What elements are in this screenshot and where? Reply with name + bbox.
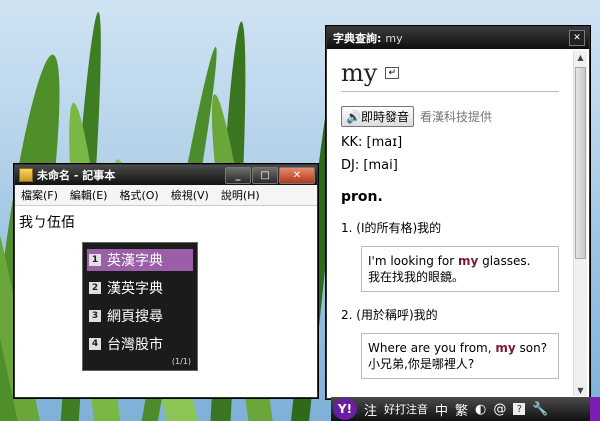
scrollbar[interactable]: ▲ ▼ [573,51,587,396]
candidate-item-4[interactable]: 4 台灣股市 [87,333,193,355]
candidate-item-1[interactable]: 1 英漢字典 [87,249,193,271]
ime-toolbar: Y! 注 好打注音 中 繁 ◐ @ ? 🔧 [331,397,600,421]
maximize-button[interactable]: □ [252,166,278,184]
candidate-label: 英漢字典 [107,253,163,269]
at-icon[interactable]: @ [493,402,506,417]
dictionary-titlebar[interactable]: 字典查詢: my ✕ [327,27,589,49]
scroll-down-icon[interactable]: ▼ [574,384,587,396]
dj-phonetic: DJ: [mai] [341,158,398,173]
close-button[interactable]: ✕ [279,166,315,184]
dictionary-query: my [385,31,403,45]
candidate-number: 1 [89,254,101,266]
wrench-icon[interactable]: 🔧 [532,402,548,417]
candidate-number: 3 [89,310,101,322]
kk-phonetic: KK: [maɪ] [341,135,403,150]
candidate-number: 2 [89,282,101,294]
menu-help[interactable]: 說明(H) [215,187,266,203]
scroll-thumb[interactable] [575,67,586,259]
definition-1: 1. (I的所有格)我的 [341,221,442,235]
yahoo-logo-icon[interactable]: Y! [333,398,357,420]
candidate-label: 漢英字典 [107,281,163,297]
notepad-menubar: 檔案(F) 編輯(E) 格式(O) 檢視(V) 說明(H) [15,185,317,206]
menu-file[interactable]: 檔案(F) [15,187,64,203]
speak-button[interactable]: 🔊即時發音 [341,106,414,127]
notepad-title: 未命名 - 記事本 [37,169,116,182]
headword: my [341,59,378,87]
example-1: I'm looking for my glasses. 我在找我的眼鏡。 [361,246,559,292]
speak-label: 即時發音 [360,110,409,124]
speaker-icon: 🔊 [346,110,361,124]
ime-name[interactable]: 好打注音 [384,401,428,417]
candidate-number: 4 [89,338,101,350]
menu-format[interactable]: 格式(O) [113,187,164,203]
example-translation: 小兄弟,你是哪裡人? [368,357,475,371]
enter-icon[interactable]: ↵ [385,67,400,79]
notepad-text-area[interactable]: 我ㄅ伍佰 [15,206,317,238]
notepad-icon [19,168,33,182]
candidate-item-2[interactable]: 2 漢英字典 [87,277,193,299]
notepad-window: 未命名 - 記事本 _ □ ✕ 檔案(F) 編輯(E) 格式(O) 檢視(V) … [14,164,318,398]
ime-candidate-list: 1 英漢字典 2 漢英字典 3 網頁搜尋 4 台灣股市 (1/1) [82,242,198,371]
provider-text: 看漢科技提供 [419,110,492,124]
ime-traditional-toggle[interactable]: 繁 [455,400,468,419]
candidate-page-indicator: (1/1) [171,357,191,366]
example-translation: 我在找我的眼鏡。 [368,270,465,284]
halfwidth-icon[interactable]: ◐ [475,402,486,417]
definition-2: 2. (用於稱呼)我的 [341,308,438,322]
dictionary-title: 字典查詢: [333,32,382,45]
candidate-label: 網頁搜尋 [107,309,163,325]
notepad-text: 我ㄅ伍佰 [19,215,75,231]
part-of-speech: pron. [341,189,383,205]
menu-view[interactable]: 檢視(V) [165,187,215,203]
notepad-titlebar[interactable]: 未命名 - 記事本 _ □ ✕ [15,165,317,185]
dictionary-window: 字典查詢: my ✕ my ↵ 🔊即時發音 看漢科技提供 KK: [maɪ] D… [326,26,590,399]
help-icon[interactable]: ? [513,403,526,415]
close-icon[interactable]: ✕ [569,30,585,46]
minimize-button[interactable]: _ [225,166,251,184]
example-2: Where are you from, my son? 小兄弟,你是哪裡人? [361,333,559,379]
candidate-label: 台灣股市 [107,337,163,353]
candidate-item-3[interactable]: 3 網頁搜尋 [87,305,193,327]
menu-edit[interactable]: 編輯(E) [64,187,114,203]
dictionary-content: my ↵ 🔊即時發音 看漢科技提供 KK: [maɪ] DJ: [mai] pr… [327,49,573,398]
toolbar-edge [590,397,600,421]
ime-mode[interactable]: 注 [364,400,377,419]
ime-chinese-toggle[interactable]: 中 [435,400,448,419]
scroll-up-icon[interactable]: ▲ [574,51,587,63]
